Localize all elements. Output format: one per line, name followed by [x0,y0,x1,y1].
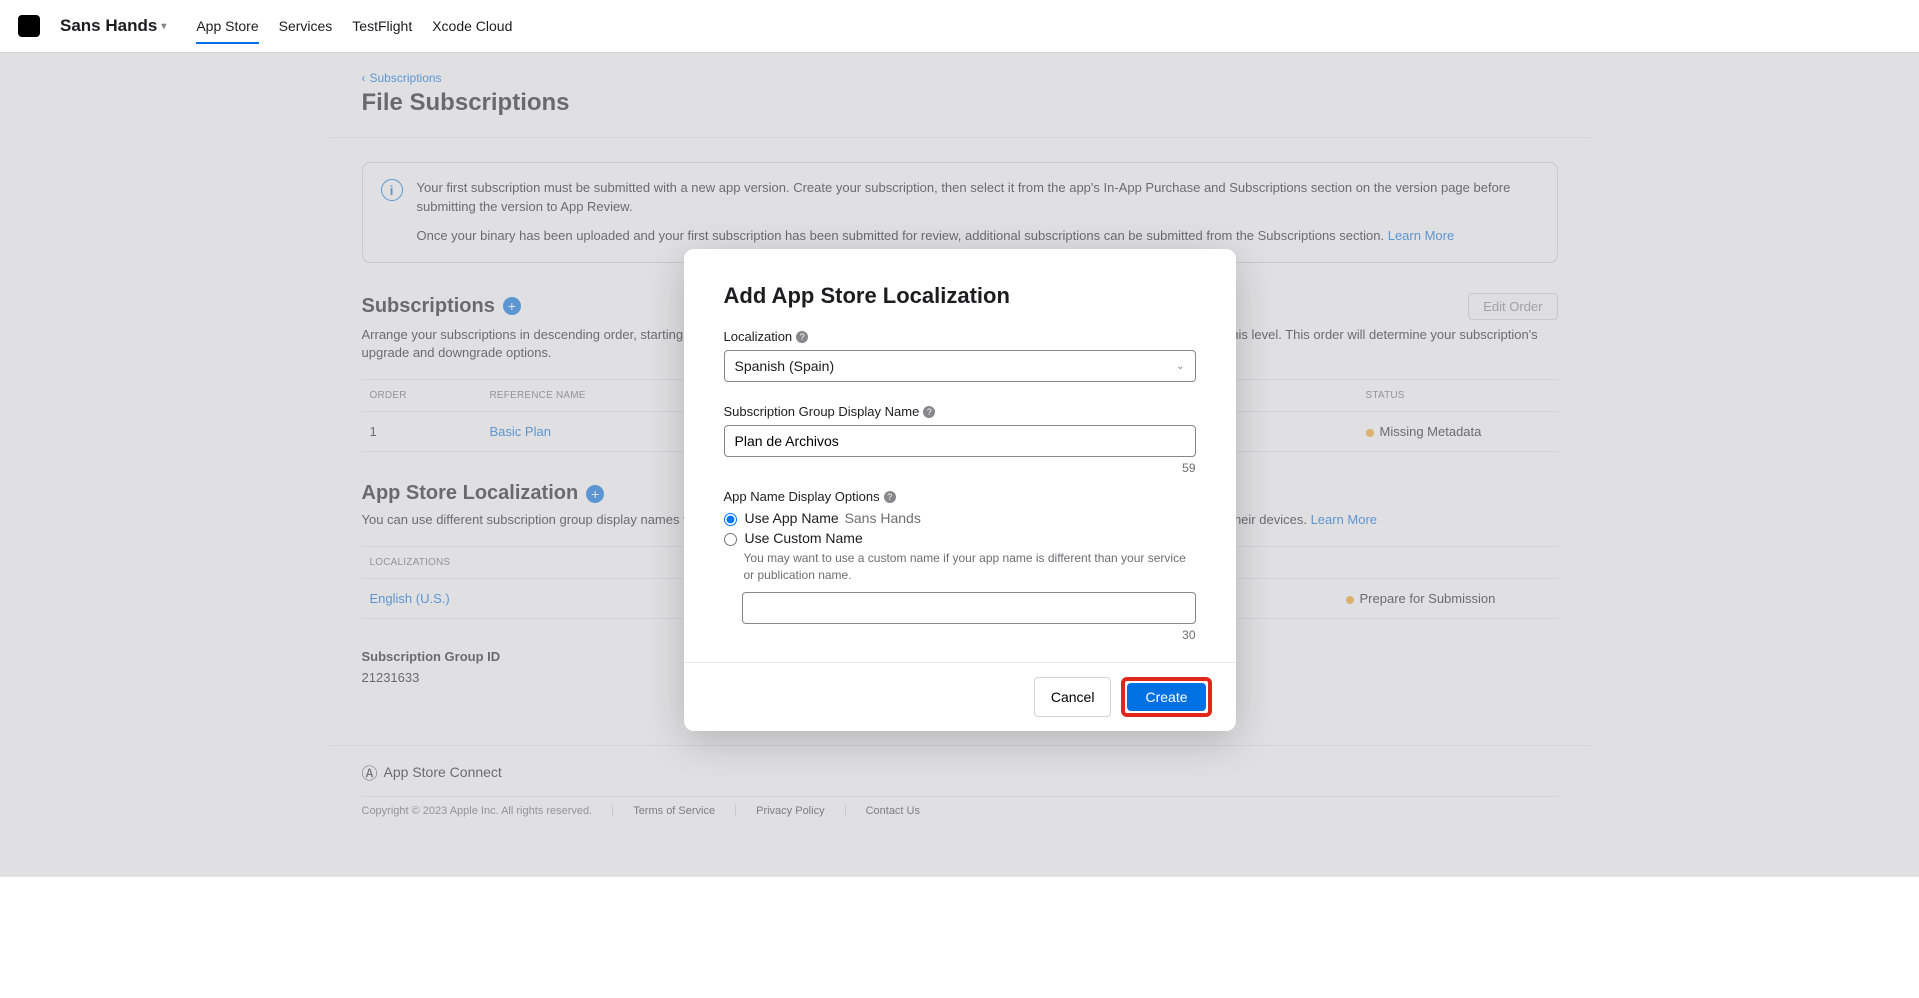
display-options-label: App Name Display Options [724,489,880,504]
chevron-down-icon: ▾ [161,21,166,32]
create-button[interactable]: Create [1127,683,1205,711]
group-display-name-label: Subscription Group Display Name [724,404,920,419]
cancel-button[interactable]: Cancel [1034,677,1112,717]
localization-select[interactable]: Spanish (Spain) ⌄ [724,350,1196,382]
localization-value: Spanish (Spain) [735,358,835,374]
custom-char-counter: 30 [724,628,1196,642]
localization-label: Localization [724,329,793,344]
tabs: App Store Services TestFlight Xcode Clou… [196,8,512,44]
top-bar: Sans Hands ▾ App Store Services TestFlig… [0,0,1919,53]
chevron-down-icon: ⌄ [1176,361,1184,372]
use-custom-name-radio[interactable] [724,533,737,546]
app-name: Sans Hands [60,16,157,36]
use-app-name-radio[interactable] [724,513,737,526]
tab-services[interactable]: Services [279,8,333,44]
tab-xcode-cloud[interactable]: Xcode Cloud [432,8,512,44]
create-highlight: Create [1121,677,1211,717]
app-selector[interactable]: Sans Hands ▾ [60,16,166,36]
tab-app-store[interactable]: App Store [196,8,258,44]
tab-testflight[interactable]: TestFlight [352,8,412,44]
use-custom-name-option[interactable]: Use Custom Name [724,530,1196,546]
use-app-name-option[interactable]: Use App Name Sans Hands [724,510,1196,526]
help-icon[interactable]: ? [884,491,896,503]
app-icon [18,15,40,37]
use-app-name-label: Use App Name [745,510,839,526]
help-icon[interactable]: ? [796,331,808,343]
group-display-name-input[interactable] [724,425,1196,457]
modal-title: Add App Store Localization [724,283,1196,309]
use-custom-name-label: Use Custom Name [745,530,863,546]
add-localization-modal: Add App Store Localization Localization … [684,249,1236,731]
custom-name-hint: You may want to use a custom name if you… [744,550,1196,584]
custom-name-input[interactable] [742,592,1196,624]
help-icon[interactable]: ? [923,406,935,418]
char-counter: 59 [724,461,1196,475]
modal-overlay: Add App Store Localization Localization … [0,53,1919,877]
app-name-preview: Sans Hands [845,510,921,526]
